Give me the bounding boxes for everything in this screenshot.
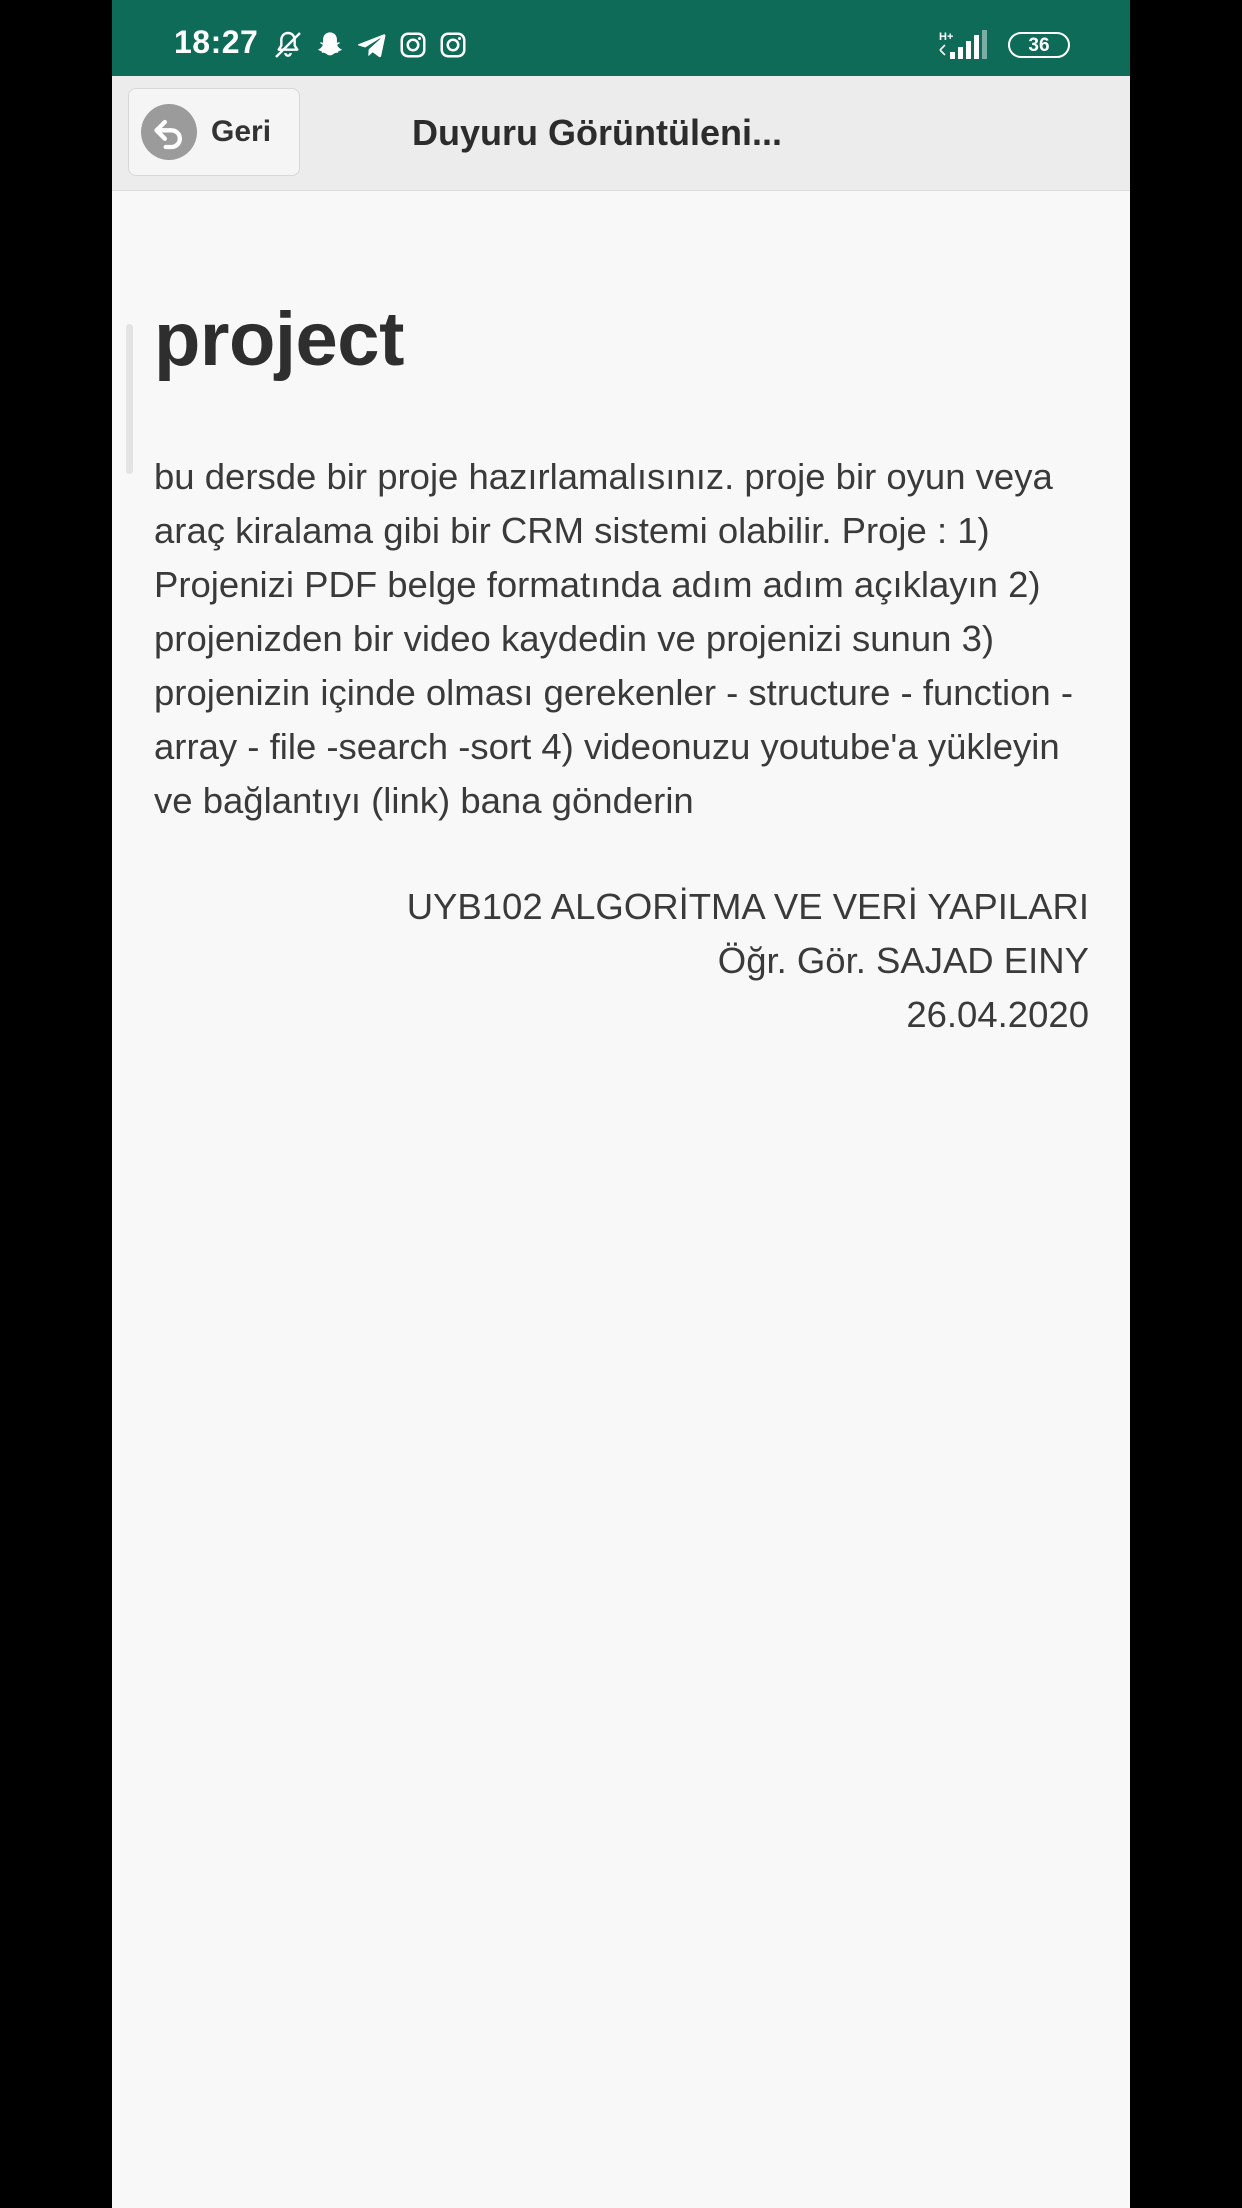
back-arrow-icon — [141, 104, 197, 160]
app-bar: Geri Duyuru Görüntüleni... — [112, 76, 1130, 191]
scroll-indicator[interactable] — [126, 324, 133, 474]
system-icons: H+ 36 — [938, 28, 1070, 62]
snapchat-icon — [318, 32, 342, 56]
announcement-date: 26.04.2020 — [906, 993, 1089, 1035]
announcement-content: project bu dersde bir proje hazırlamalıs… — [154, 190, 1089, 1042]
telegram-icon — [358, 34, 386, 58]
status-time: 18:27 — [174, 24, 259, 60]
battery-icon: 36 — [1008, 32, 1070, 58]
muted-bell-icon — [275, 31, 301, 58]
instructor-name: Öğr. Gör. SAJAD EINY — [717, 939, 1089, 981]
announcement-signature: UYB102 ALGORİTMA VE VERİ YAPILARI Öğr. G… — [154, 880, 1089, 1042]
battery-level: 36 — [1028, 34, 1050, 56]
back-label: Geri — [211, 115, 272, 148]
page-title: Duyuru Görüntüleni... — [412, 112, 782, 153]
network-type: H+ — [939, 31, 953, 43]
announcement-body: bu dersde bir proje hazırlamalısınız. pr… — [154, 455, 1073, 821]
course-name: UYB102 ALGORİTMA VE VERİ YAPILARI — [406, 885, 1089, 927]
signal-icon: H+ — [939, 30, 987, 59]
instagram-icon — [440, 32, 466, 58]
announcement-title: project — [154, 297, 404, 382]
instagram-icon — [400, 32, 426, 58]
back-button[interactable]: Geri — [128, 88, 300, 176]
phone-screen: 18:27 H+ 36 Geri Duyuru Görüntüleni... p… — [112, 0, 1130, 2208]
status-bar: 18:27 H+ 36 — [112, 0, 1130, 76]
notification-icons — [272, 28, 468, 62]
